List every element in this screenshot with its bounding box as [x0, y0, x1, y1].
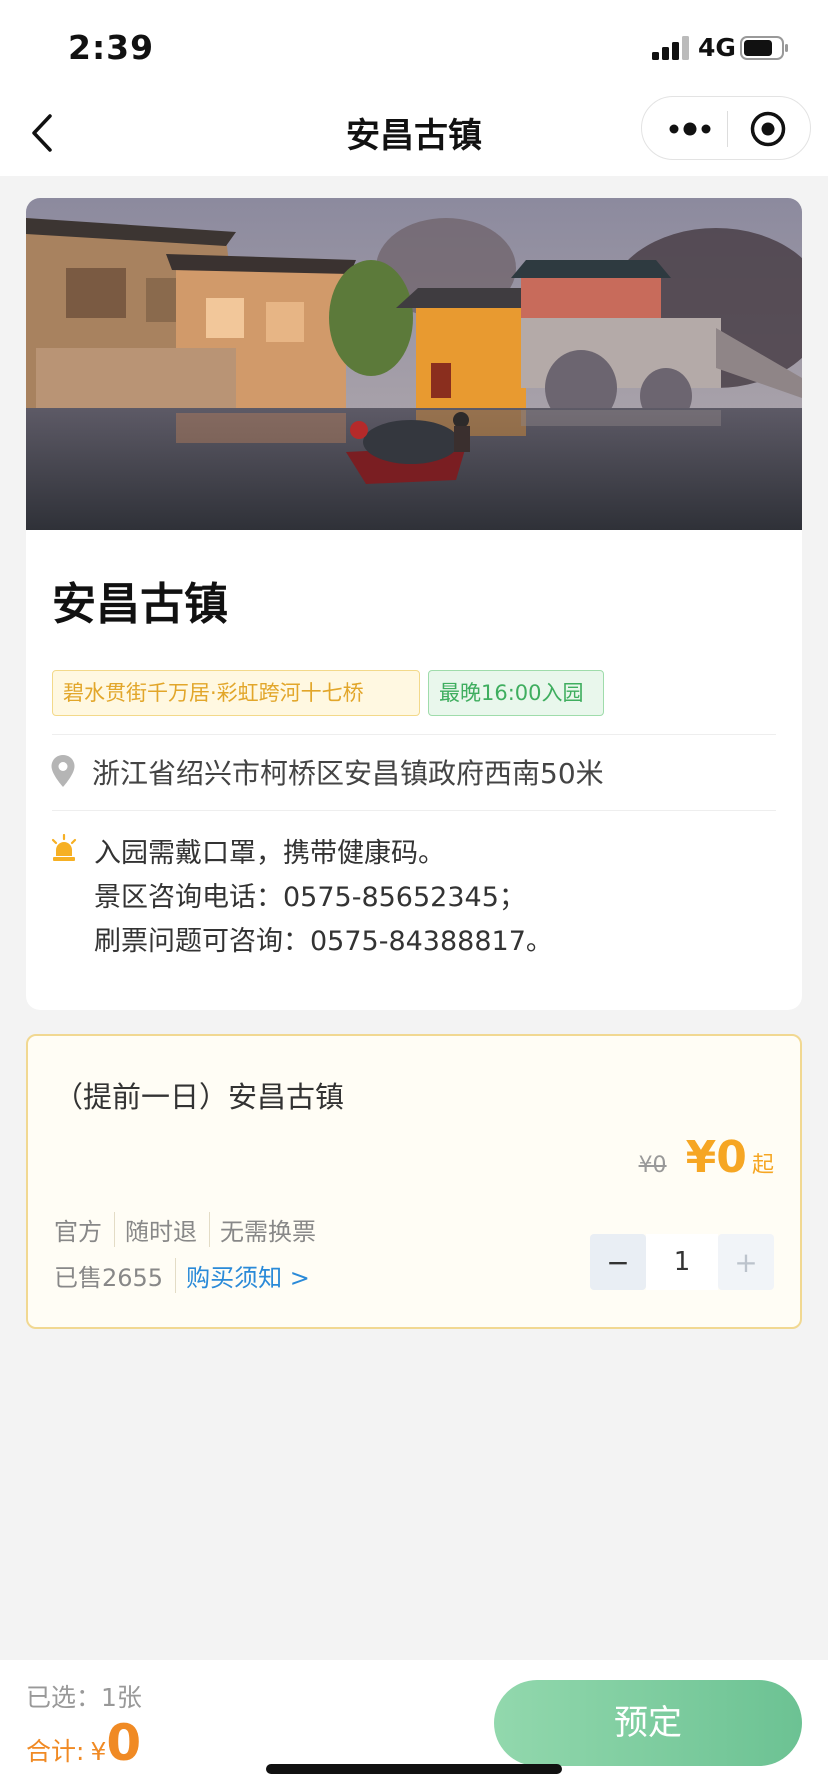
total-label: 合计: [26, 1737, 85, 1766]
quantity-stepper: − 1 + [590, 1234, 774, 1290]
more-icon[interactable] [664, 114, 716, 144]
attr-refund: 随时退 [125, 1212, 210, 1247]
price-suffix: 起 [751, 1153, 774, 1178]
ticket-price: ¥0 ¥0 起 [639, 1132, 774, 1183]
close-mini-program-icon[interactable] [749, 110, 787, 148]
selected-count: 已选：1张 [26, 1683, 142, 1712]
entry-notice: 入园需戴口罩，携带健康码。 景区咨询电话：0575-85652345； 刷票问题… [94, 832, 553, 964]
home-indicator[interactable] [266, 1764, 562, 1774]
total-price: 合计: ¥0 [26, 1714, 141, 1772]
notice-line: 入园需戴口罩，携带健康码。 [94, 838, 445, 869]
spot-address[interactable]: 浙江省绍兴市柯桥区安昌镇政府西南50米 [92, 752, 604, 792]
notice-line: 刷票问题可咨询：0575-84388817。 [94, 926, 553, 957]
current-price: ¥0 [685, 1132, 747, 1183]
spot-name: 安昌古镇 [52, 579, 228, 630]
attr-no-exchange: 无需换票 [220, 1218, 316, 1246]
status-bar: 2:39 4G [0, 0, 828, 90]
notice-line: 景区咨询电话：0575-85652345； [94, 882, 526, 913]
ticket-card[interactable]: （提前一日）安昌古镇 ¥0 ¥0 起 官方 随时退 无需换票 已售2655 购买须知 … [26, 1034, 802, 1329]
attr-official: 官方 [54, 1212, 115, 1247]
capsule-divider [727, 111, 728, 147]
purchase-notice-link[interactable]: 购买须知 > [186, 1264, 310, 1292]
divider [52, 734, 776, 735]
book-button[interactable]: 预定 [494, 1680, 802, 1766]
decrease-button[interactable]: − [590, 1234, 646, 1290]
hero-image [26, 198, 802, 530]
total-value: 0 [106, 1714, 142, 1772]
signal-icon [652, 36, 689, 60]
ticket-attributes: 官方 随时退 无需换票 [54, 1212, 338, 1247]
tag-feature: 碧水贯街千万居·彩虹跨河十七桥 [52, 670, 420, 716]
sold-row: 已售2655 购买须知 > [54, 1258, 310, 1293]
total-currency: ¥ [90, 1737, 107, 1766]
quantity-value: 1 [646, 1234, 718, 1290]
mini-program-capsule [641, 96, 811, 160]
original-price: ¥0 [638, 1153, 667, 1178]
spot-info-card: 安昌古镇 碧水贯街千万居·彩虹跨河十七桥 最晚16:00入园 浙江省绍兴市柯桥区… [26, 198, 802, 1010]
battery-icon [740, 36, 788, 60]
network-type: 4G [698, 33, 736, 62]
screen: 2:39 4G 安昌古镇 安昌古镇 碧水贯街千万居·彩虹跨河十七桥 最晚16:0… [0, 0, 828, 1792]
sold-count: 已售2655 [54, 1258, 177, 1293]
tag-entry-time: 最晚16:00入园 [428, 670, 604, 716]
increase-button[interactable]: + [718, 1234, 774, 1290]
status-time: 2:39 [68, 28, 155, 67]
alarm-light-icon [51, 834, 77, 861]
nav-bar: 安昌古镇 [0, 90, 828, 176]
water-town-photo [26, 198, 802, 530]
location-pin-icon [51, 755, 75, 787]
ticket-name: （提前一日）安昌古镇 [54, 1080, 345, 1114]
divider [52, 810, 776, 811]
